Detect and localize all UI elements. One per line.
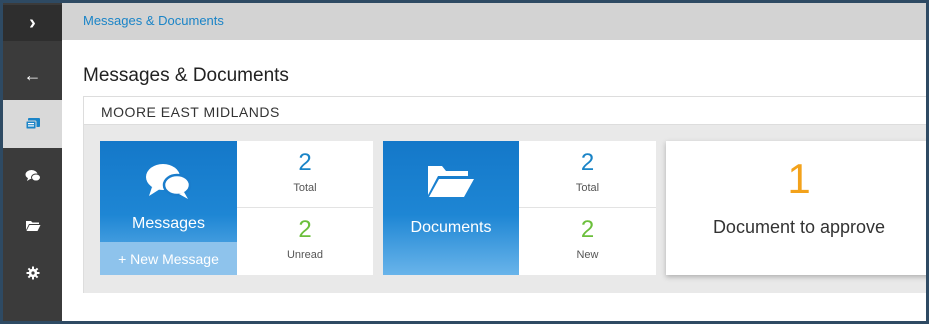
sidebar: › ← — [3, 3, 62, 321]
documents-total-stat[interactable]: 2 Total — [519, 141, 656, 208]
expand-sidebar-button[interactable]: › — [3, 5, 62, 41]
documents-tile-label: Documents — [410, 219, 492, 236]
organisation-name: MOORE EAST MIDLANDS — [101, 104, 280, 120]
approve-count: 1 — [787, 155, 811, 202]
sidebar-item-documents[interactable] — [3, 201, 62, 249]
messages-total-count: 2 — [298, 149, 312, 176]
documents-total-label: Total — [575, 182, 600, 194]
messages-total-stat[interactable]: 2 Total — [237, 141, 373, 208]
breadcrumb[interactable]: Messages & Documents — [83, 13, 224, 28]
document-to-approve-card[interactable]: 1 Document to approve — [666, 141, 926, 275]
app-window: › ← Messages & Documents Messages & Docu… — [0, 0, 929, 324]
messages-tile-label: Messages — [132, 215, 205, 232]
messages-unread-label: Unread — [286, 249, 324, 261]
arrow-left-icon: ← — [23, 64, 42, 85]
chat-icon — [25, 169, 41, 183]
messages-total-label: Total — [293, 182, 317, 194]
documents-stats: 2 Total 2 New — [519, 141, 656, 275]
chevron-right-icon: › — [29, 11, 36, 34]
chat-bubbles-icon — [144, 161, 192, 206]
documents-tile[interactable]: Documents — [383, 141, 519, 275]
page-title: Messages & Documents — [83, 65, 289, 86]
sidebar-item-settings[interactable] — [3, 249, 62, 297]
back-button[interactable]: ← — [3, 51, 62, 99]
new-message-button[interactable]: + New Message — [100, 242, 237, 275]
messages-tile[interactable]: Messages + New Message — [100, 141, 237, 275]
sidebar-item-messages-documents[interactable] — [3, 100, 62, 148]
messages-documents-icon — [25, 117, 41, 131]
documents-new-label: New — [576, 249, 599, 261]
documents-new-count: 2 — [580, 216, 595, 243]
folder-open-icon — [426, 163, 476, 204]
gear-icon — [26, 266, 40, 280]
panel-header: MOORE EAST MIDLANDS — [84, 96, 926, 125]
messages-unread-stat[interactable]: 2 Unread — [237, 208, 373, 275]
messages-unread-count: 2 — [298, 216, 312, 243]
messages-stats: 2 Total 2 Unread — [237, 141, 373, 275]
approve-label: Document to approve — [712, 217, 886, 237]
sidebar-item-chat[interactable] — [3, 152, 62, 200]
breadcrumb-bar: Messages & Documents — [62, 3, 926, 40]
documents-new-stat[interactable]: 2 New — [519, 208, 656, 275]
folder-icon — [25, 219, 41, 232]
documents-total-count: 2 — [580, 149, 595, 176]
